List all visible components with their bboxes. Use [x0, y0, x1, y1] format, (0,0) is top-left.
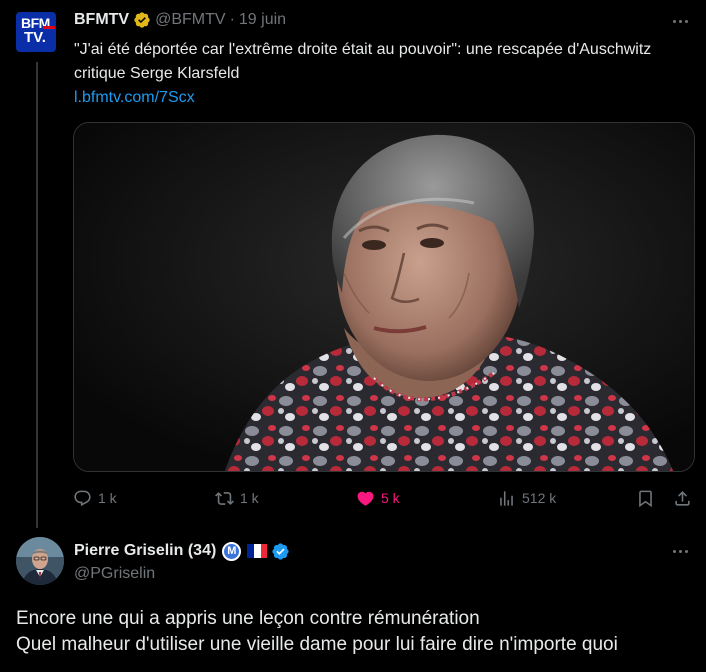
like-count: 5 k: [381, 490, 400, 506]
reply-author-handle[interactable]: @PGriselin: [74, 565, 155, 583]
views-action[interactable]: 512 k: [497, 486, 556, 510]
tweet-text: "J'ai été déportée car l'extrême droite …: [74, 41, 652, 82]
tweet-body: "J'ai été déportée car l'extrême droite …: [74, 38, 674, 110]
repost-count: 1 k: [240, 490, 259, 506]
french-flag-icon: [247, 544, 268, 558]
tweet-date[interactable]: 19 juin: [239, 11, 286, 29]
tweet-media-photo[interactable]: [73, 122, 695, 472]
portrait-photo-icon: [74, 123, 694, 471]
bfmtv-avatar[interactable]: BFM TV.: [16, 12, 56, 52]
reply-count: 1 k: [98, 490, 117, 506]
reply-text-line: Encore une qui a appris une leçon contre…: [16, 608, 480, 629]
views-count: 512 k: [522, 490, 557, 506]
author-handle[interactable]: @BFMTV: [155, 11, 225, 29]
share-icon: [675, 490, 690, 506]
thread-connector-line: [36, 62, 38, 528]
m-party-badge-icon: M: [222, 541, 242, 561]
reply-author-name[interactable]: Pierre Griselin (34): [74, 542, 216, 560]
tweet-header: BFMTV @BFMTV · 19 juin: [74, 10, 286, 30]
verified-gold-badge-icon[interactable]: [133, 11, 151, 29]
like-action[interactable]: 5 k: [356, 486, 400, 510]
avatar-logo-line-2: TV.: [24, 29, 46, 46]
tweet-link[interactable]: l.bfmtv.com/7Scx: [74, 86, 674, 110]
reply-more-options-icon[interactable]: [668, 541, 692, 561]
separator-dot: ·: [229, 11, 235, 28]
author-name[interactable]: BFMTV: [74, 11, 129, 29]
views-chart-icon: [500, 490, 513, 506]
share-action[interactable]: [673, 486, 692, 510]
more-options-icon[interactable]: [668, 11, 692, 31]
pierre-griselin-avatar[interactable]: [16, 537, 64, 585]
tweet-actions-bar: 1 k 1 k 5 k 512 k: [73, 486, 695, 510]
person-avatar-icon: [16, 537, 64, 585]
reply-header: Pierre Griselin (34) M: [74, 540, 290, 562]
repost-icon: [215, 491, 234, 505]
reply-icon: [74, 490, 91, 506]
reply-action[interactable]: 1 k: [73, 486, 117, 510]
repost-action[interactable]: 1 k: [215, 486, 259, 510]
heart-icon: [357, 491, 374, 506]
bookmark-icon: [639, 490, 652, 507]
verified-blue-badge-icon[interactable]: [271, 542, 290, 561]
bookmark-action[interactable]: [636, 486, 655, 510]
reply-body: Encore une qui a appris une leçon contre…: [16, 606, 696, 658]
reply-text-line: Quel malheur d'utiliser une vieille dame…: [16, 634, 618, 655]
